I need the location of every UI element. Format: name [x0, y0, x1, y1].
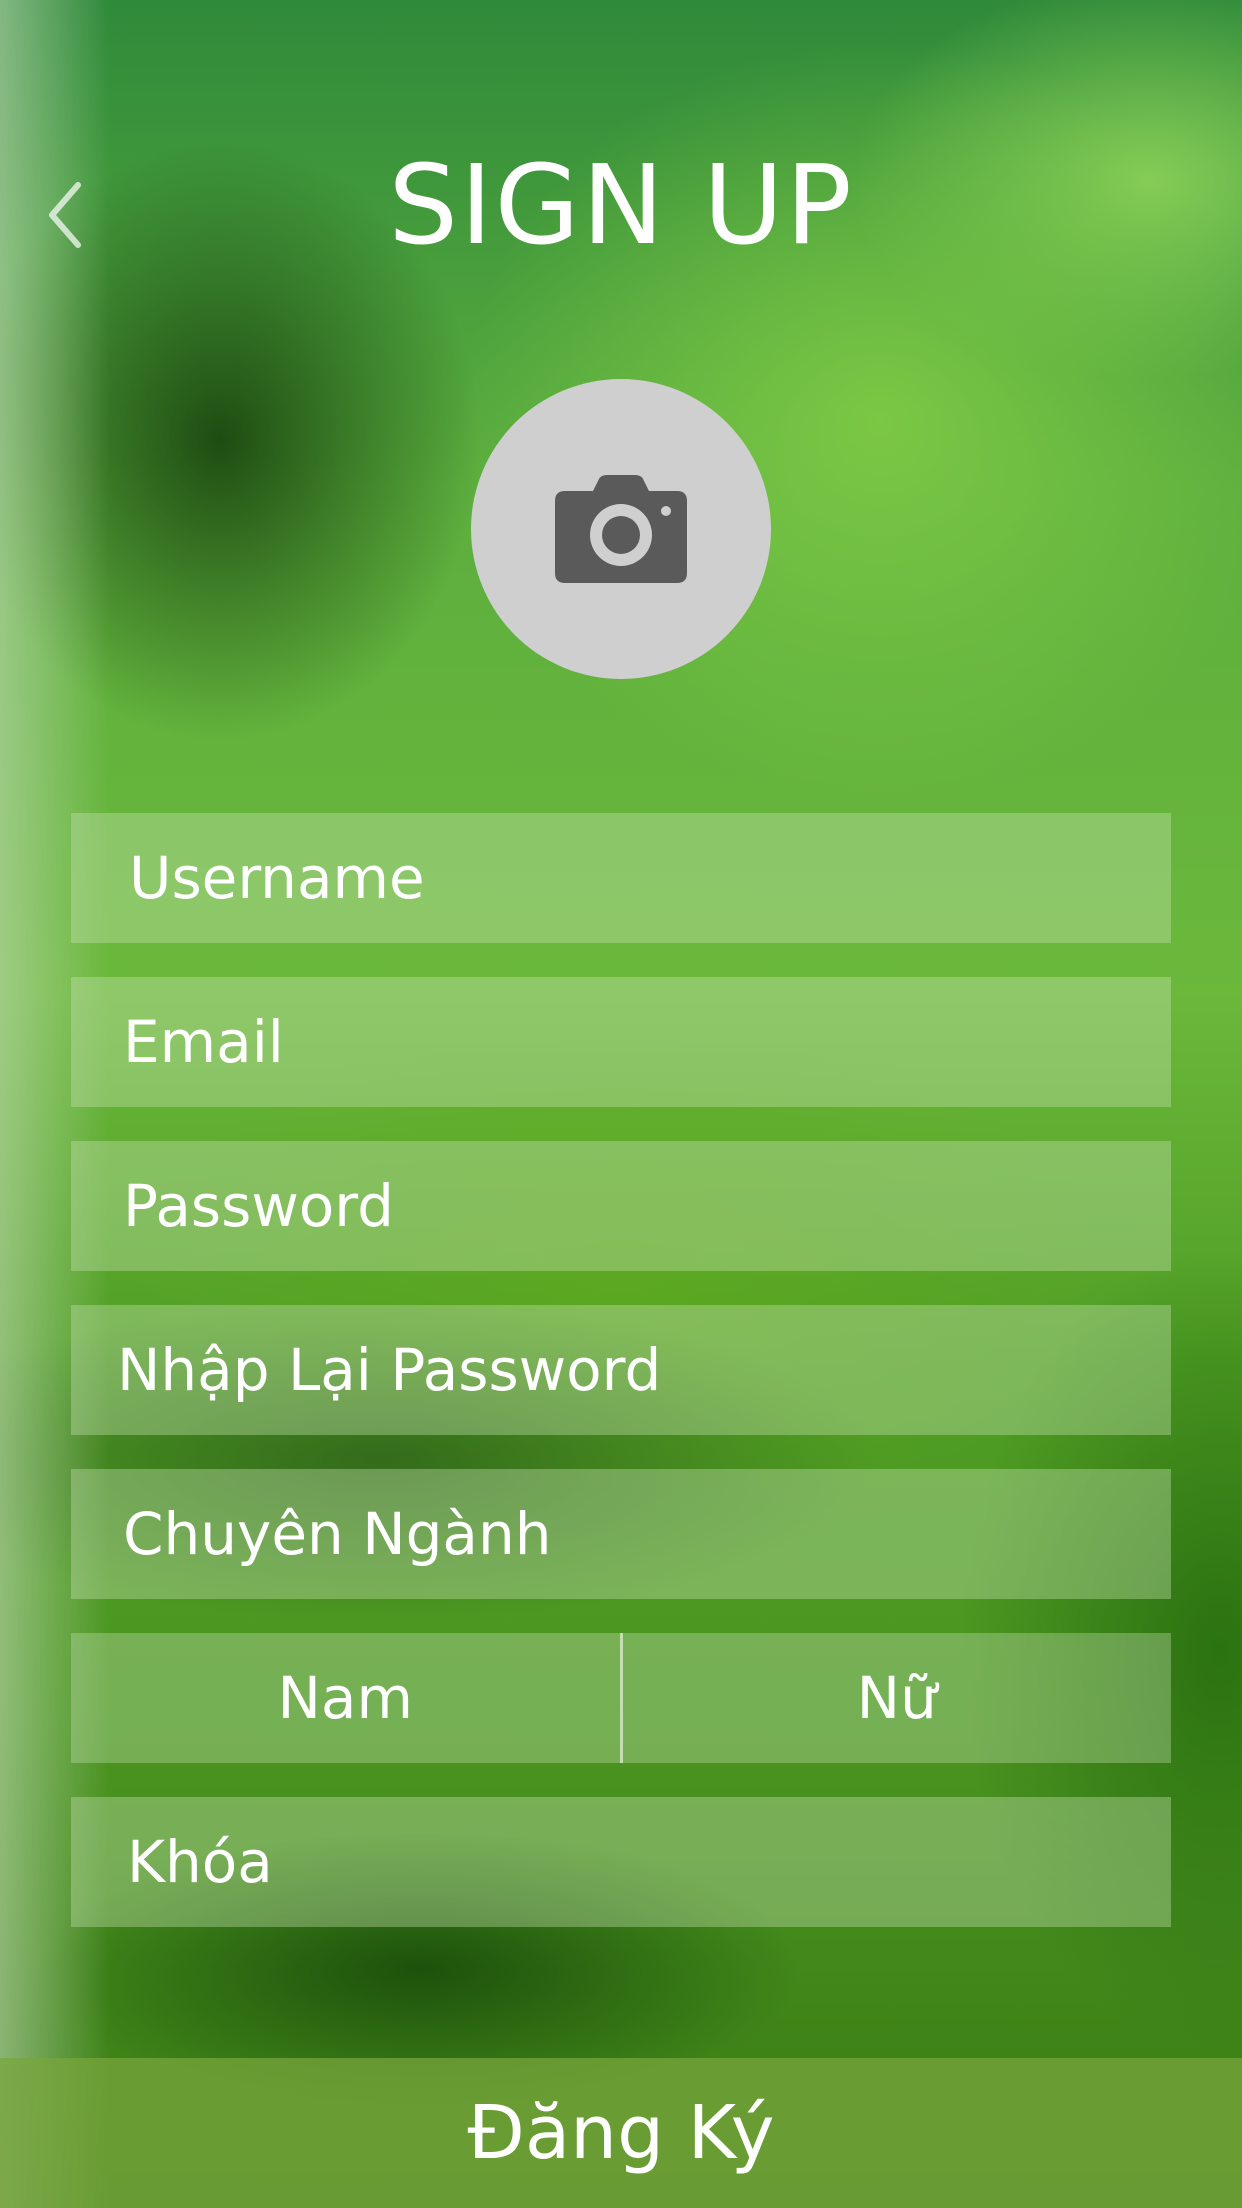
header: SIGN UP	[0, 120, 1242, 290]
password-input[interactable]	[123, 1141, 1171, 1271]
register-button[interactable]: Đăng Ký	[0, 2058, 1242, 2208]
course-field[interactable]	[71, 1797, 1171, 1927]
course-input[interactable]	[127, 1797, 1171, 1927]
username-input[interactable]	[129, 813, 1171, 943]
major-input[interactable]	[123, 1469, 1171, 1599]
confirm-password-field[interactable]	[71, 1305, 1171, 1435]
confirm-password-input[interactable]	[117, 1305, 1171, 1435]
gender-selector: Nam Nữ	[71, 1633, 1171, 1763]
username-field[interactable]	[71, 813, 1171, 943]
page-title: SIGN UP	[388, 141, 854, 269]
email-input[interactable]	[123, 977, 1171, 1107]
major-field[interactable]	[71, 1469, 1171, 1599]
gender-male-option[interactable]: Nam	[71, 1633, 620, 1763]
camera-icon	[555, 475, 687, 583]
avatar-upload-button[interactable]	[471, 379, 771, 679]
password-field[interactable]	[71, 1141, 1171, 1271]
gender-female-option[interactable]: Nữ	[622, 1633, 1171, 1763]
email-field[interactable]	[71, 977, 1171, 1107]
